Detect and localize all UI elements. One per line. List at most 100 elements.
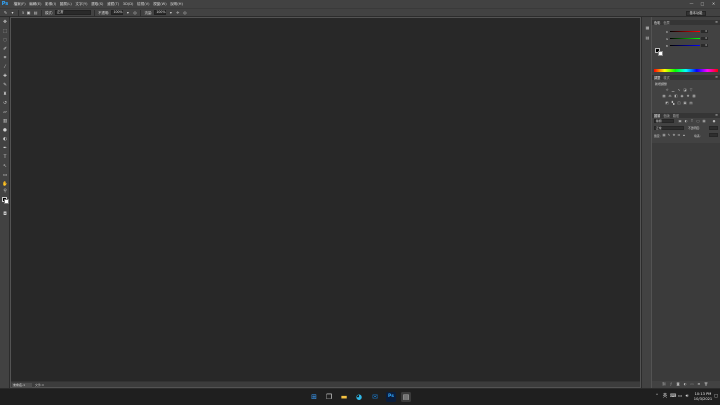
channel-mixer-icon[interactable]: ❖	[686, 94, 690, 98]
menu-file[interactable]: 檔案(F)	[14, 0, 26, 8]
tab-color[interactable]: 色彩	[654, 20, 660, 25]
menu-image[interactable]: 影像(I)	[45, 0, 56, 8]
tab-styles[interactable]: 樣式	[663, 75, 669, 80]
tab-paths[interactable]: 路徑	[673, 113, 679, 118]
link-layers-icon[interactable]: ⛓	[662, 382, 666, 386]
layer-style-icon[interactable]: ƒ	[669, 382, 673, 386]
threshold-icon[interactable]: ◫	[677, 101, 681, 105]
gradient-map-icon[interactable]: ▤	[689, 101, 693, 105]
lock-position-icon[interactable]: ✥	[672, 133, 676, 137]
red-value[interactable]: 0	[701, 30, 708, 33]
menu-window[interactable]: 視窗(W)	[153, 0, 167, 8]
panel-menu-icon[interactable]: ≡	[715, 113, 718, 118]
notepad-icon[interactable]: ▤	[401, 392, 411, 402]
pen-tool-icon[interactable]: ✒	[2, 146, 8, 152]
panel-menu-icon[interactable]: ≡	[715, 20, 718, 25]
type-tool-icon[interactable]: T	[2, 155, 8, 161]
volume-icon[interactable]: 🔊︎	[684, 394, 690, 400]
mail-icon[interactable]: ✉	[370, 392, 380, 402]
panel-background-swatch[interactable]	[658, 51, 663, 56]
eyedropper-tool-icon[interactable]: ⁄	[2, 65, 8, 71]
menu-edit[interactable]: 編輯(E)	[29, 0, 41, 8]
task-view-icon[interactable]: ❐	[324, 392, 334, 402]
photo-filter-icon[interactable]: ◉	[680, 94, 684, 98]
chevron-down-icon[interactable]: ▾	[10, 10, 15, 15]
eraser-tool-icon[interactable]: ▱	[2, 110, 8, 116]
photoshop-taskbar-icon[interactable]: Ps	[386, 392, 396, 402]
curves-icon[interactable]: ∿	[677, 88, 681, 92]
tab-channels[interactable]: 色版	[663, 113, 669, 118]
adjustment-layer-icon[interactable]: ◐	[683, 382, 687, 386]
tab-layers[interactable]: 圖層	[654, 113, 660, 118]
menu-view[interactable]: 檢視(V)	[137, 0, 149, 8]
vibrance-icon[interactable]: ▽	[689, 88, 693, 92]
workspace-switcher[interactable]: 基本功能	[686, 10, 706, 16]
brightness-contrast-icon[interactable]: ☼	[665, 88, 669, 92]
blue-slider[interactable]: B 0	[666, 44, 708, 48]
swap-colors-icon[interactable]	[2, 197, 8, 203]
mode-select[interactable]: 正常	[55, 10, 92, 15]
tab-adjustments[interactable]: 調整	[654, 75, 660, 80]
brush-tool-icon[interactable]: ✎	[2, 83, 8, 89]
pressure-opacity-icon[interactable]: ◎	[132, 10, 137, 15]
filter-type-icon[interactable]: T	[690, 119, 694, 123]
dodge-tool-icon[interactable]: ◐	[2, 137, 8, 143]
filter-adjust-icon[interactable]: ◐	[684, 119, 688, 123]
hue-saturation-icon[interactable]: ▦	[662, 94, 666, 98]
menu-3d[interactable]: 3D(D)	[123, 0, 134, 8]
filter-toggle-icon[interactable]: ●	[712, 119, 716, 123]
color-lookup-icon[interactable]: ▩	[692, 94, 696, 98]
delete-layer-icon[interactable]: 🗑︎	[704, 382, 708, 386]
close-button[interactable]: ✕	[711, 1, 716, 7]
system-clock[interactable]: 10:13 PM 10/3/2021	[692, 392, 714, 402]
maximize-button[interactable]: □	[700, 1, 705, 7]
red-slider[interactable]: R 0	[666, 30, 708, 34]
blend-mode-select[interactable]: 正常	[654, 126, 684, 130]
black-white-icon[interactable]: ◧	[674, 94, 678, 98]
edge-browser-icon[interactable]: ◕	[354, 392, 364, 402]
brush-tool-icon[interactable]: ✎	[3, 10, 8, 15]
hand-tool-icon[interactable]: ✋	[2, 182, 8, 188]
path-select-tool-icon[interactable]: ↖	[2, 164, 8, 170]
gradient-tool-icon[interactable]: ▥	[2, 119, 8, 125]
clone-stamp-tool-icon[interactable]: ♜	[2, 92, 8, 98]
color-spectrum[interactable]	[654, 69, 718, 72]
lock-all-icon[interactable]: 🔒︎	[682, 133, 686, 137]
move-tool-icon[interactable]: ✥	[2, 20, 8, 26]
filter-shape-icon[interactable]: ▢	[696, 119, 700, 123]
panel-menu-icon[interactable]: ≡	[715, 75, 718, 80]
filter-smart-icon[interactable]: ▦	[702, 119, 706, 123]
rectangle-tool-icon[interactable]: ▭	[2, 173, 8, 179]
brush-size-value[interactable]: 5	[22, 11, 24, 15]
posterize-icon[interactable]: ▚	[671, 101, 675, 105]
properties-panel-icon[interactable]: ▤	[645, 35, 650, 40]
exposure-icon[interactable]: ◪	[683, 88, 687, 92]
new-group-icon[interactable]: ▭	[690, 382, 694, 386]
layers-list[interactable]	[652, 143, 720, 381]
lock-transparent-icon[interactable]: ▦	[662, 133, 666, 137]
layer-kind-filter[interactable]: 種類	[654, 119, 674, 123]
quick-mask-icon[interactable]: ◘	[2, 212, 8, 218]
crop-tool-icon[interactable]: ⌗	[2, 56, 8, 62]
file-explorer-icon[interactable]: ▬	[339, 392, 349, 402]
invert-icon[interactable]: ◩	[665, 101, 669, 105]
blue-value[interactable]: 0	[701, 44, 708, 47]
ime-mode-icon[interactable]: ⌨	[670, 394, 677, 400]
red-track[interactable]	[670, 30, 700, 33]
filter-pixel-icon[interactable]: ▣	[678, 119, 682, 123]
document-tab[interactable]: 未命名-1	[12, 382, 32, 388]
lock-image-icon[interactable]: ✎	[667, 133, 671, 137]
levels-icon[interactable]: ▁	[671, 88, 675, 92]
green-value[interactable]: 0	[701, 37, 708, 40]
menu-filter[interactable]: 濾鏡(T)	[107, 0, 119, 8]
flow-field[interactable]: 100%	[154, 10, 167, 15]
blue-track[interactable]	[670, 44, 700, 47]
green-track[interactable]	[670, 37, 700, 40]
chevron-down-icon[interactable]: ▾	[168, 10, 173, 15]
network-icon[interactable]: ▭	[677, 394, 683, 400]
quick-select-tool-icon[interactable]: ✐	[2, 47, 8, 53]
minimize-button[interactable]: —	[689, 1, 694, 7]
windows-start-icon[interactable]: ⊞	[309, 392, 319, 402]
pressure-size-icon[interactable]: ◎	[182, 10, 187, 15]
input-language-indicator[interactable]: 英	[662, 394, 668, 400]
